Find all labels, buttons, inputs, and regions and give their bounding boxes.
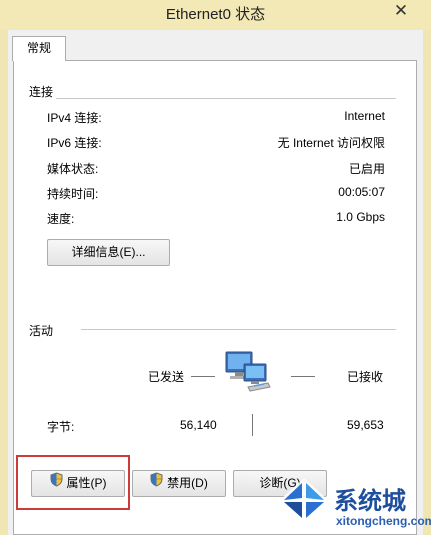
ipv4-label: IPv4 连接: xyxy=(47,111,102,125)
disable-button-label: 禁用(D) xyxy=(167,476,208,490)
activity-group-title: 活动 xyxy=(29,322,82,339)
connection-group-title: 连接 xyxy=(29,83,57,100)
bytes-received-value: 59,653 xyxy=(347,418,384,432)
duration-value: 00:05:07 xyxy=(338,185,385,199)
connection-separator xyxy=(30,98,396,99)
tab-general[interactable]: 常规 xyxy=(12,36,66,61)
activity-separator xyxy=(30,329,396,330)
bytes-sent-value: 56,140 xyxy=(180,418,217,432)
bytes-label: 字节: xyxy=(47,420,75,434)
uac-shield-icon xyxy=(150,471,163,496)
properties-highlight-box xyxy=(16,455,130,510)
speed-value: 1.0 Gbps xyxy=(336,210,385,224)
media-state-label: 媒体状态: xyxy=(47,162,99,176)
sent-label: 已发送 xyxy=(148,370,185,384)
duration-label: 持续时间: xyxy=(47,187,99,201)
watermark-logo-icon xyxy=(276,470,332,535)
close-button[interactable]: ✕ xyxy=(379,0,423,22)
ipv4-value: Internet xyxy=(344,109,385,123)
watermark-url: xitongcheng.com xyxy=(336,514,431,528)
details-button[interactable]: 详细信息(E)... xyxy=(47,239,170,266)
ipv6-value: 无 Internet 访问权限 xyxy=(277,136,385,150)
watermark-text: 系统城 xyxy=(334,487,406,515)
ipv6-label: IPv6 连接: xyxy=(47,136,102,150)
window-title: Ethernet0 状态 xyxy=(165,6,266,23)
disable-button[interactable]: 禁用(D) xyxy=(132,470,226,497)
media-state-value: 已启用 xyxy=(348,162,385,176)
speed-label: 速度: xyxy=(47,212,75,226)
received-dash xyxy=(291,376,315,377)
title-bar: Ethernet0 状态 ✕ xyxy=(0,0,431,30)
received-label: 已接收 xyxy=(347,370,384,384)
sent-dash xyxy=(191,376,215,377)
network-computers-icon xyxy=(224,349,274,397)
activity-divider xyxy=(252,414,253,436)
